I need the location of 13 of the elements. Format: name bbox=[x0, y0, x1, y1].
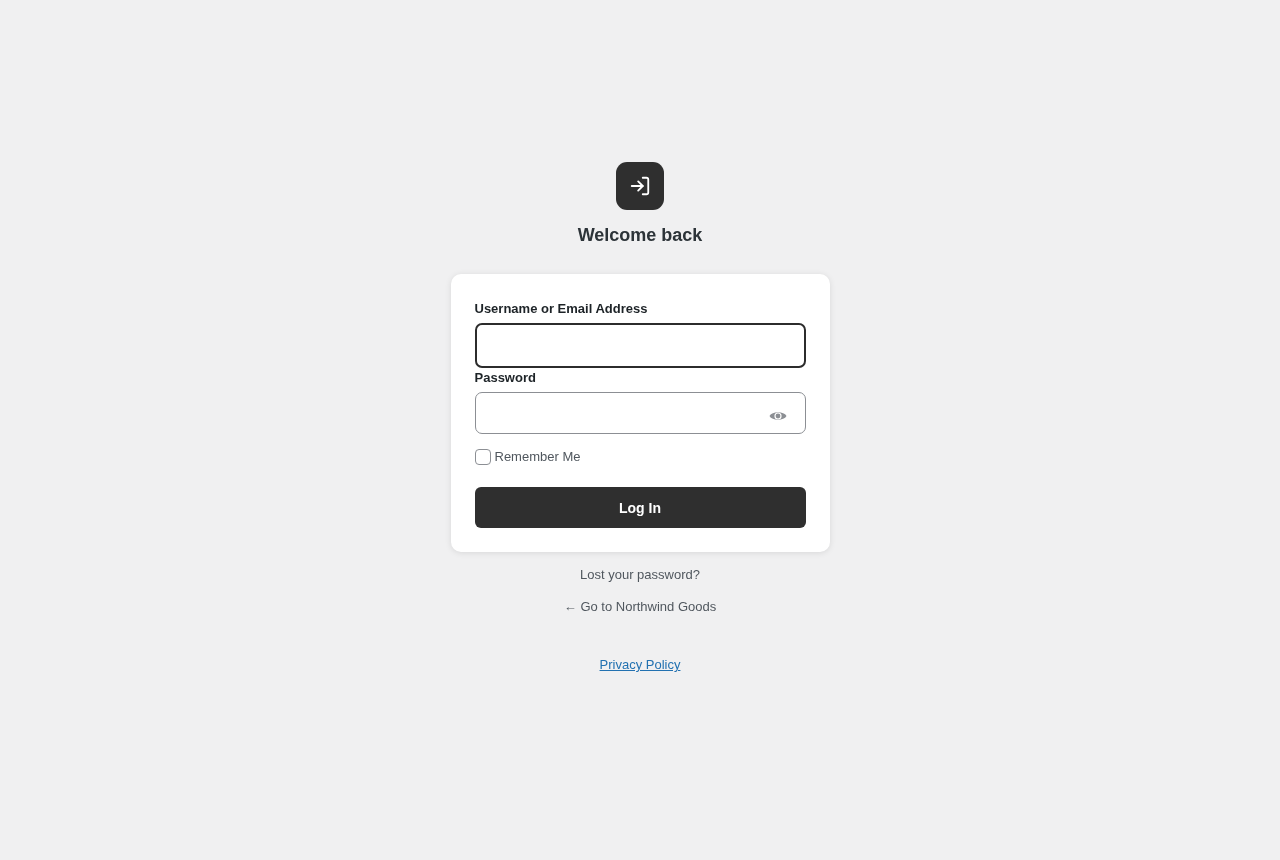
field-label: Password bbox=[474, 370, 536, 386]
field-label: Username or Email Address bbox=[474, 301, 648, 317]
login-button[interactable]: Log In bbox=[474, 487, 806, 528]
nav-link[interactable]: Lost your password? bbox=[580, 566, 700, 584]
input-field[interactable] bbox=[474, 323, 806, 368]
privacy-link[interactable]: Privacy Policy bbox=[599, 656, 681, 674]
remember-checkbox[interactable] bbox=[474, 449, 491, 465]
login-icon bbox=[616, 162, 664, 210]
password-field[interactable] bbox=[474, 392, 806, 434]
nav-link[interactable]: ← Go to Northwind Goods bbox=[563, 598, 717, 616]
eye-icon[interactable] bbox=[768, 410, 787, 422]
page-heading: Welcome back bbox=[577, 224, 703, 247]
checkbox-label: Remember Me bbox=[494, 448, 581, 466]
